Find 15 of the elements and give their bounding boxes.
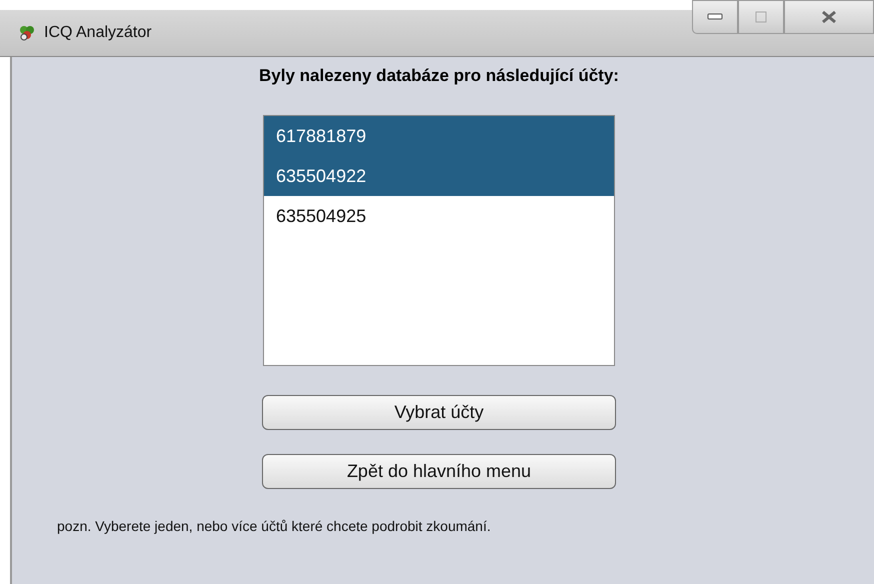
- minimize-button[interactable]: [692, 0, 738, 34]
- account-item[interactable]: 617881879: [264, 116, 614, 156]
- note-text: pozn. Vyberete jeden, nebo více účtů které chcete podrobit zkoumání.: [57, 518, 491, 534]
- flower-icon: [18, 24, 36, 42]
- heading: Byly nalezeny databáze pro následující účty:: [259, 66, 619, 86]
- action-button[interactable]: Vybrat účty: [262, 395, 616, 430]
- close-button[interactable]: [784, 0, 874, 34]
- account-list[interactable]: 617881879 635504922 635504925: [263, 115, 615, 366]
- window-title: ICQ Analyzátor: [44, 24, 152, 42]
- account-item[interactable]: 635504922: [264, 156, 614, 196]
- maximize-icon: [755, 11, 767, 23]
- minimize-icon: [707, 13, 723, 21]
- account-item[interactable]: 635504925: [264, 196, 614, 236]
- close-icon: [821, 10, 837, 24]
- action-button[interactable]: Zpět do hlavního menu: [262, 454, 616, 489]
